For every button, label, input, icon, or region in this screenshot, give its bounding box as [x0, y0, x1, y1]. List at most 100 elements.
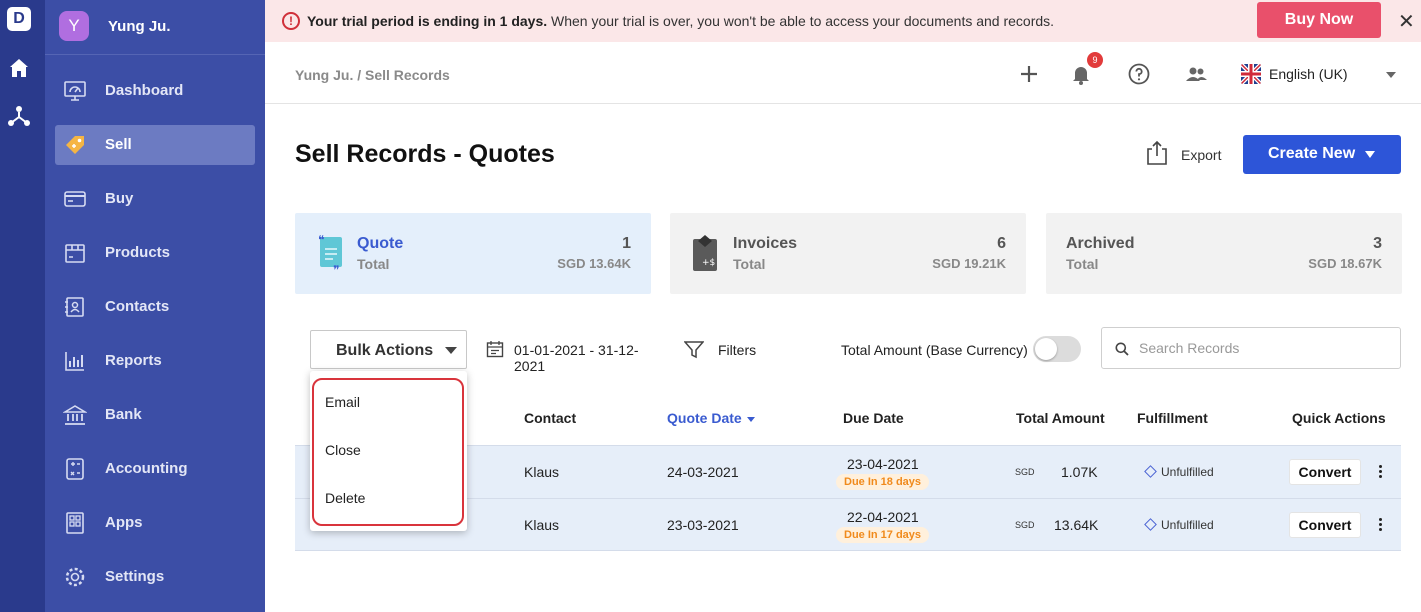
- avatar[interactable]: Y: [59, 11, 89, 41]
- convert-button[interactable]: Convert: [1289, 512, 1361, 538]
- sidebar-item-dashboard[interactable]: Dashboard: [55, 71, 255, 111]
- due-badge: Due In 18 days: [836, 474, 930, 490]
- sidebar-item-accounting[interactable]: Accounting: [55, 449, 255, 489]
- sidebar-item-apps[interactable]: Apps: [55, 503, 255, 543]
- help-icon[interactable]: [1127, 62, 1151, 86]
- user-name: Yung Ju.: [108, 18, 171, 35]
- filters-button[interactable]: Filters: [684, 339, 764, 361]
- column-header-contact[interactable]: Contact: [524, 410, 576, 426]
- sidebar-item-label: Products: [105, 244, 171, 261]
- total-amount-label: Total Amount (Base Currency): [841, 342, 1028, 358]
- card-count: 6: [997, 235, 1006, 252]
- unfulfilled-diamond-icon: [1144, 518, 1157, 531]
- caret-down-icon: [1365, 151, 1375, 158]
- search-input[interactable]: [1139, 338, 1389, 358]
- trial-message-rest: When your trial is over, you won't be ab…: [547, 13, 1055, 29]
- currency-code: SGD: [1015, 467, 1035, 477]
- sidebar-item-products[interactable]: Products: [55, 233, 255, 273]
- column-header-fulfillment[interactable]: Fulfillment: [1137, 410, 1208, 426]
- sidebar-item-reports[interactable]: Reports: [55, 341, 255, 381]
- menu-item-close[interactable]: Close: [310, 430, 467, 470]
- breadcrumb[interactable]: Yung Ju. / Sell Records: [295, 67, 450, 83]
- row-contact: Klaus: [524, 464, 560, 480]
- more-vertical-icon[interactable]: [1379, 465, 1383, 481]
- menu-item-label: Delete: [325, 490, 366, 506]
- search-box[interactable]: [1101, 327, 1401, 369]
- sidebar-item-label: Buy: [105, 190, 134, 207]
- row-quote-date: 24-03-2021: [667, 464, 739, 480]
- buy-now-button[interactable]: Buy Now: [1257, 2, 1381, 38]
- card-archived[interactable]: Archived Total 3 SGD 18.67K: [1046, 213, 1402, 294]
- sidebar-item-sell[interactable]: Sell: [55, 125, 255, 165]
- row-quote-date: 23-03-2021: [667, 517, 739, 533]
- sidebar-item-label: Reports: [105, 352, 162, 369]
- plus-icon[interactable]: [1017, 62, 1041, 86]
- page-title: Sell Records - Quotes: [295, 140, 555, 168]
- card-amount: SGD 18.67K: [1308, 256, 1382, 271]
- language-selector[interactable]: English (UK): [1241, 64, 1396, 84]
- create-new-button[interactable]: Create New: [1243, 135, 1401, 174]
- create-new-label: Create New: [1268, 145, 1356, 162]
- apps-grid-icon: [66, 512, 84, 534]
- products-box-icon: [65, 244, 85, 263]
- svg-text:❞: ❞: [333, 263, 339, 273]
- card-subtitle: Total: [733, 256, 766, 272]
- close-icon[interactable]: ✕: [1398, 9, 1415, 34]
- invoice-doc-icon: +$: [693, 235, 717, 271]
- contacts-book-icon: [65, 297, 84, 317]
- fulfillment-status: Unfulfilled: [1161, 465, 1214, 479]
- column-header-total-amount[interactable]: Total Amount: [1016, 410, 1105, 426]
- uk-flag-icon: [1241, 64, 1261, 84]
- language-label: English (UK): [1269, 66, 1348, 82]
- row-amount: 1.07K: [1061, 464, 1098, 480]
- total-amount-toggle[interactable]: [1033, 336, 1081, 362]
- card-quote[interactable]: ❝ ❞ Quote Total 1 SGD 13.64K: [295, 213, 651, 294]
- card-subtitle: Total: [1066, 256, 1099, 272]
- sidebar-item-label: Bank: [105, 406, 142, 423]
- column-header-quote-date[interactable]: Quote Date: [667, 410, 755, 426]
- sidebar-item-contacts[interactable]: Contacts: [55, 287, 255, 327]
- sidebar-item-settings[interactable]: Settings: [55, 557, 255, 597]
- card-amount: SGD 19.21K: [932, 256, 1006, 271]
- network-icon[interactable]: [7, 104, 31, 128]
- card-invoices[interactable]: +$ Invoices Total 6 SGD 19.21K: [670, 213, 1026, 294]
- bank-icon: [63, 405, 87, 425]
- export-button[interactable]: Export: [1145, 140, 1235, 168]
- warning-icon: !: [282, 12, 300, 30]
- row-due-date: 22-04-2021: [847, 509, 919, 525]
- dashboard-icon: [64, 81, 86, 101]
- bulk-actions-label: Bulk Actions: [336, 342, 434, 359]
- user-profile[interactable]: Y Yung Ju.: [45, 0, 265, 55]
- currency-code: SGD: [1015, 520, 1035, 530]
- menu-item-delete[interactable]: Delete: [310, 478, 467, 518]
- sidebar-item-bank[interactable]: Bank: [55, 395, 255, 435]
- top-header: Yung Ju. / Sell Records 9 English (UK): [265, 42, 1421, 104]
- buy-card-icon: [64, 191, 86, 207]
- filter-funnel-icon: [684, 341, 704, 359]
- convert-button[interactable]: Convert: [1289, 459, 1361, 485]
- date-range-picker[interactable]: 01-01-2021 - 31-12-2021: [486, 339, 666, 374]
- sidebar-item-buy[interactable]: Buy: [55, 179, 255, 219]
- bulk-actions-button[interactable]: Bulk Actions: [310, 330, 467, 369]
- trial-banner: ! Your trial period is ending in 1 days.…: [265, 0, 1421, 42]
- home-icon[interactable]: [7, 56, 31, 80]
- column-header-due-date[interactable]: Due Date: [843, 410, 904, 426]
- sidebar-item-label: Sell: [105, 136, 132, 153]
- filters-label: Filters: [718, 342, 757, 358]
- sidebar: Y Yung Ju. Dashboard Sell Buy Products C…: [45, 0, 265, 612]
- app-logo[interactable]: D: [7, 7, 31, 31]
- caret-down-icon: [445, 347, 457, 354]
- svg-text:+$: +$: [702, 258, 715, 268]
- menu-item-label: Close: [325, 442, 361, 458]
- export-icon: [1147, 140, 1167, 165]
- card-title: Archived: [1066, 235, 1135, 252]
- app-rail: D: [0, 0, 45, 612]
- sort-desc-icon: [746, 416, 755, 422]
- export-label: Export: [1181, 147, 1222, 163]
- trial-message-bold: Your trial period is ending in 1 days.: [307, 13, 548, 29]
- team-icon[interactable]: [1184, 62, 1208, 86]
- chevron-down-icon: [1386, 72, 1396, 78]
- more-vertical-icon[interactable]: [1379, 518, 1383, 534]
- sidebar-item-label: Apps: [105, 514, 143, 531]
- menu-item-email[interactable]: Email: [310, 382, 467, 422]
